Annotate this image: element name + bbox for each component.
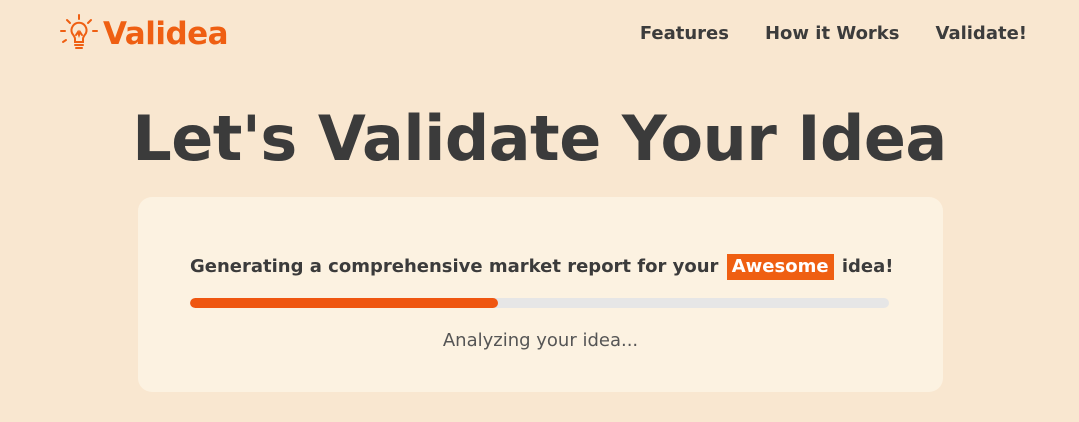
idea-highlight-badge: Awesome xyxy=(726,254,834,280)
status-text: Analyzing your idea... xyxy=(442,330,639,351)
message-text-after: idea! xyxy=(841,256,894,277)
brand-name: Validea xyxy=(103,15,229,52)
main-nav: Features How it Works Validate! xyxy=(640,22,1027,46)
progress-bar-fill xyxy=(190,298,498,308)
progress-bar-track xyxy=(190,298,889,308)
message-text-before: Generating a comprehensive market report… xyxy=(190,256,719,277)
generating-message: Generating a comprehensive market report… xyxy=(190,254,893,280)
nav-link-validate[interactable]: Validate! xyxy=(936,22,1028,46)
brand-logo-link[interactable]: Validea xyxy=(58,12,229,56)
nav-link-features[interactable]: Features xyxy=(640,22,729,46)
site-header: Validea Features How it Works Validate! xyxy=(0,0,1079,70)
nav-link-how-it-works[interactable]: How it Works xyxy=(765,22,900,46)
lightbulb-icon xyxy=(60,14,98,49)
page-title: Let's Validate Your Idea xyxy=(132,102,947,175)
progress-card: Generating a comprehensive market report… xyxy=(138,197,943,392)
